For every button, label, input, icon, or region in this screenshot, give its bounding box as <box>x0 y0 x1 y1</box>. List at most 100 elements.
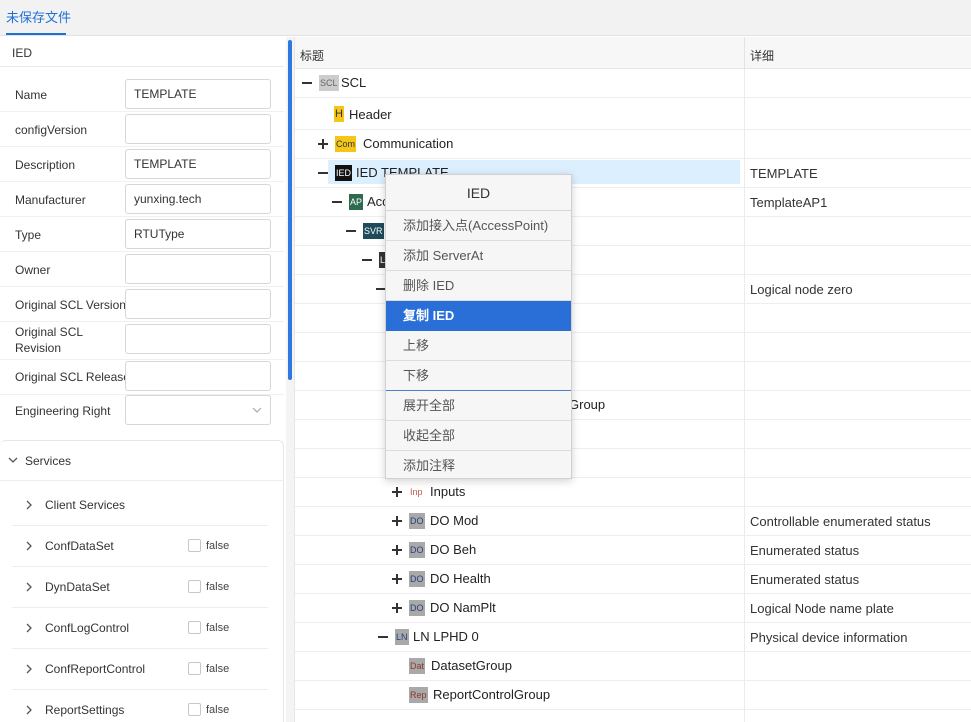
column-divider[interactable] <box>744 37 745 69</box>
expand-icon[interactable] <box>391 602 403 614</box>
tree-row-ln-lphd[interactable]: LN LN LPHD 0 Physical device information <box>295 623 971 652</box>
menu-item-add-access-point[interactable]: 添加接入点(AccessPoint) <box>386 211 571 241</box>
conf-report-control-checkbox[interactable] <box>188 662 201 675</box>
chevron-right-icon <box>26 541 32 551</box>
collapse-icon[interactable] <box>331 196 343 208</box>
node-label: DatasetGroup <box>431 658 512 673</box>
expand-icon[interactable] <box>391 515 403 527</box>
prop-row-engineering-right: Engineering Right <box>0 395 284 430</box>
service-value: false <box>206 704 230 716</box>
node-label: DO Health <box>430 571 491 586</box>
service-item-client-services[interactable]: Client Services <box>12 485 268 526</box>
original-scl-revision-field[interactable] <box>125 324 271 354</box>
expand-icon[interactable] <box>391 544 403 556</box>
properties-panel: IED Name configVersion Description Manuf… <box>0 37 286 722</box>
node-detail: TEMPLATE <box>750 166 818 181</box>
tree-row-do-beh[interactable]: DO DO Beh Enumerated status <box>295 536 971 565</box>
services-section: Services Client Services ConfDataSet fal… <box>0 440 284 722</box>
column-header-title[interactable]: 标题 <box>300 47 324 64</box>
inputs-icon: Inp <box>409 484 424 500</box>
tree-row-do-mod[interactable]: DO DO Mod Controllable enumerated status <box>295 507 971 536</box>
tree-row[interactable] <box>295 710 971 722</box>
header-icon: H <box>334 106 344 122</box>
node-detail: Physical device information <box>750 630 908 645</box>
service-item-dyn-data-set[interactable]: DynDataSet false <box>12 567 268 608</box>
context-menu: IED 添加接入点(AccessPoint) 添加 ServerAt 删除 IE… <box>385 174 572 479</box>
service-value: false <box>206 663 230 675</box>
service-item-conf-data-set[interactable]: ConfDataSet false <box>12 526 268 567</box>
services-header[interactable]: Services <box>0 441 284 481</box>
service-label: ReportSettings <box>45 703 125 717</box>
prop-row-manufacturer: Manufacturer <box>0 182 284 217</box>
service-value: false <box>206 622 230 634</box>
menu-item-add-server-at[interactable]: 添加 ServerAt <box>386 241 571 271</box>
tree-row-scl[interactable]: SCL SCL <box>295 69 971 98</box>
menu-item-copy-ied[interactable]: 复制 IED <box>386 301 571 331</box>
prop-row-original-scl-version: Original SCL Version <box>0 287 284 322</box>
ied-icon: IED <box>335 165 353 181</box>
tree-row-inputs[interactable]: Inp Inputs <box>295 478 971 507</box>
collapse-icon[interactable] <box>377 631 389 643</box>
dataset-group-icon: Dat <box>409 658 426 674</box>
communication-icon: Com <box>335 136 357 152</box>
column-header-detail[interactable]: 详细 <box>750 47 774 64</box>
active-tab-indicator <box>6 33 66 35</box>
properties-title: IED <box>12 46 33 60</box>
service-item-conf-log-control[interactable]: ConfLogControl false <box>12 608 268 649</box>
manufacturer-field[interactable] <box>125 184 271 214</box>
menu-item-delete-ied[interactable]: 删除 IED <box>386 271 571 301</box>
conf-data-set-checkbox[interactable] <box>188 539 201 552</box>
report-settings-checkbox[interactable] <box>188 703 201 716</box>
node-label: Group <box>569 397 606 412</box>
left-panel-scrollbar-thumb[interactable] <box>288 40 292 380</box>
name-field[interactable] <box>125 79 271 109</box>
data-object-icon: DO <box>409 542 425 558</box>
prop-label-description: Description <box>15 158 76 172</box>
owner-field[interactable] <box>125 254 271 284</box>
chevron-down-icon <box>8 457 18 463</box>
tree-row-dataset-group[interactable]: Dat DatasetGroup <box>295 652 971 681</box>
chevron-right-icon <box>26 623 32 633</box>
tab-unsaved-file[interactable]: 未保存文件 <box>6 0 71 36</box>
dyn-data-set-checkbox[interactable] <box>188 580 201 593</box>
config-version-field[interactable] <box>125 114 271 144</box>
expand-icon[interactable] <box>391 573 403 585</box>
tree-row-header[interactable]: H Header <box>295 98 971 130</box>
menu-item-collapse-all[interactable]: 收起全部 <box>386 421 571 451</box>
node-label: DO NamPlt <box>430 600 496 615</box>
expand-icon[interactable] <box>391 486 403 498</box>
node-label: Header <box>349 107 392 122</box>
prop-label-manufacturer: Manufacturer <box>15 193 86 207</box>
service-item-report-settings[interactable]: ReportSettings false <box>12 690 268 722</box>
original-scl-version-field[interactable] <box>125 289 271 319</box>
conf-log-control-checkbox[interactable] <box>188 621 201 634</box>
engineering-right-select[interactable] <box>125 395 271 425</box>
expand-icon[interactable] <box>317 138 329 150</box>
description-field[interactable] <box>125 149 271 179</box>
tree-row-do-namplt[interactable]: DO DO NamPlt Logical Node name plate <box>295 594 971 623</box>
tree-row-communication[interactable]: Com Communication <box>295 130 971 159</box>
tree-row-do-health[interactable]: DO DO Health Enumerated status <box>295 565 971 594</box>
prop-label-name: Name <box>15 88 48 102</box>
type-field[interactable] <box>125 219 271 249</box>
prop-row-original-scl-revision: Original SCL Revision <box>0 322 284 360</box>
chevron-down-icon <box>252 407 262 413</box>
prop-row-config-version: configVersion <box>0 112 284 147</box>
node-detail: Controllable enumerated status <box>750 514 931 529</box>
node-detail: Enumerated status <box>750 572 860 587</box>
collapse-icon[interactable] <box>345 225 357 237</box>
service-item-conf-report-control[interactable]: ConfReportControl false <box>12 649 268 690</box>
menu-item-add-comment[interactable]: 添加注释 <box>386 451 571 481</box>
original-scl-release-field[interactable] <box>125 361 271 391</box>
collapse-icon[interactable] <box>317 167 329 179</box>
service-label: Client Services <box>45 498 126 512</box>
node-label: SCL <box>341 75 367 90</box>
collapse-icon[interactable] <box>361 254 373 266</box>
collapse-icon[interactable] <box>301 77 313 89</box>
node-label: DO Beh <box>430 542 477 557</box>
menu-item-expand-all[interactable]: 展开全部 <box>386 391 571 421</box>
menu-item-move-down[interactable]: 下移 <box>386 361 571 391</box>
tab-bar: 未保存文件 <box>0 0 971 36</box>
tree-row-report-control-group[interactable]: Rep ReportControlGroup <box>295 681 971 710</box>
menu-item-move-up[interactable]: 上移 <box>386 331 571 361</box>
